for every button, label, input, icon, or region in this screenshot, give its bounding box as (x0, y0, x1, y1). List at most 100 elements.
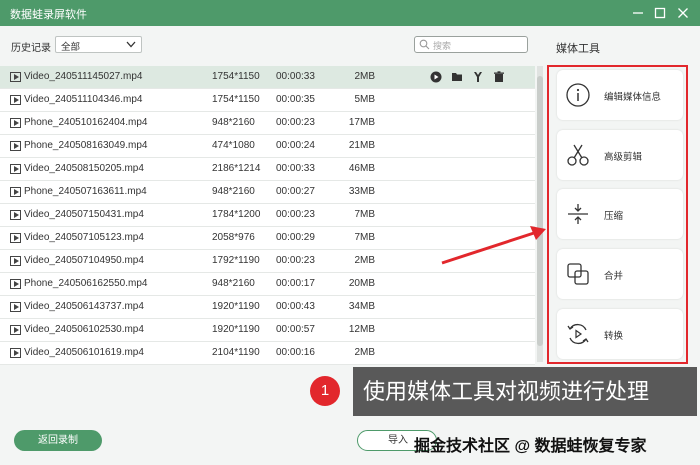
video-file-icon (10, 302, 21, 312)
history-label: 历史记录 (11, 43, 51, 54)
step-number-badge: 1 (310, 376, 340, 406)
file-row[interactable]: Phone_240506162550.mp4 948*2160 00:00:17 20… (0, 273, 535, 296)
trash-icon[interactable] (493, 70, 505, 84)
window-title: 数据蛙录屏软件 (10, 9, 87, 21)
file-resolution: 948*2160 (212, 117, 255, 128)
tool-icon[interactable] (472, 70, 484, 84)
annotation-callout: 1 使用媒体工具对视频进行处理 (310, 367, 697, 416)
file-name: Phone_240506162550.mp4 (24, 278, 148, 289)
tool-edit-media-info[interactable]: 编辑媒体信息 (557, 70, 683, 120)
annotation-arrow (441, 226, 546, 265)
tool-label: 合并 (604, 271, 624, 282)
file-size: 33MB (348, 186, 375, 197)
tool-label: 编辑媒体信息 (604, 92, 662, 103)
file-name: Video_240511104346.mp4 (24, 94, 143, 105)
file-resolution: 2104*1190 (212, 347, 260, 358)
file-row[interactable]: Phone_240507163611.mp4 948*2160 00:00:27 33… (0, 181, 535, 204)
tool-label: 高级剪辑 (604, 152, 643, 163)
file-name: Video_240508150205.mp4 (24, 163, 144, 174)
file-row[interactable]: Video_240506143737.mp4 1920*1190 00:00:43 3… (0, 296, 535, 319)
file-size: 34MB (348, 301, 375, 312)
file-resolution: 2058*976 (212, 232, 255, 243)
tool-compress[interactable]: 压缩 (557, 189, 683, 239)
file-size: 12MB (348, 324, 375, 335)
media-tools-title: 媒体工具 (556, 43, 600, 55)
video-file-icon (10, 325, 21, 335)
file-row[interactable]: Video_240506101619.mp4 2104*1190 00:00:16 2… (0, 342, 535, 365)
row-actions (430, 70, 514, 84)
video-file-icon (10, 348, 21, 358)
list-scrollbar[interactable] (537, 66, 543, 362)
video-file-icon (10, 233, 21, 243)
watermark-text: 掘金技术社区 @ 数据蛙恢复专家 (414, 438, 647, 455)
back-to-record-button[interactable]: 返回录制 (14, 430, 102, 451)
file-size: 7MB (354, 209, 375, 220)
maximize-icon[interactable] (651, 4, 669, 22)
video-file-icon (10, 256, 21, 266)
tool-convert[interactable]: 转换 (557, 309, 683, 359)
file-size: 5MB (354, 94, 375, 105)
file-resolution: 474*1080 (212, 140, 255, 151)
tool-label: 压缩 (604, 211, 624, 222)
file-size: 20MB (348, 278, 375, 289)
file-row[interactable]: Phone_240510162404.mp4 948*2160 00:00:23 17… (0, 112, 535, 135)
file-name: Video_240506101619.mp4 (24, 347, 144, 358)
file-name: Video_240511145027.mp4 (24, 71, 143, 82)
chevron-down-icon (126, 41, 136, 48)
file-size: 21MB (348, 140, 375, 151)
search-icon (419, 39, 430, 50)
video-file-icon (10, 210, 21, 220)
convert-icon (567, 323, 589, 345)
video-file-icon (10, 72, 21, 82)
annotation-text: 使用媒体工具对视频进行处理 (353, 367, 697, 416)
file-resolution: 948*2160 (212, 186, 255, 197)
file-resolution: 1920*1190 (212, 324, 260, 335)
file-name: Video_240507150431.mp4 (24, 209, 144, 220)
file-size: 2MB (354, 71, 375, 82)
merge-icon (567, 263, 589, 285)
file-name: Video_240506102530.mp4 (24, 324, 144, 335)
play-icon[interactable] (430, 70, 442, 84)
file-resolution: 948*2160 (212, 278, 255, 289)
file-resolution: 1754*1150 (212, 71, 260, 82)
video-file-icon (10, 164, 21, 174)
history-filter-select[interactable]: 全部 (55, 36, 142, 53)
file-name: Video_240507104950.mp4 (24, 255, 144, 266)
file-row[interactable]: Phone_240508163049.mp4 474*1080 00:00:24 21… (0, 135, 535, 158)
video-file-icon (10, 279, 21, 289)
file-resolution: 1754*1150 (212, 94, 260, 105)
search-placeholder: 搜索 (433, 41, 452, 51)
folder-icon[interactable] (451, 70, 463, 84)
file-row[interactable]: Video_240506102530.mp4 1920*1190 00:00:57 1… (0, 319, 535, 342)
minimize-icon[interactable] (629, 4, 647, 22)
history-bar: 历史记录 全部 搜索 (0, 26, 540, 66)
video-file-icon (10, 95, 21, 105)
scrollbar-thumb[interactable] (537, 76, 543, 346)
tool-merge[interactable]: 合并 (557, 249, 683, 299)
file-name: Video_240506143737.mp4 (24, 301, 144, 312)
file-size: 7MB (354, 232, 375, 243)
history-filter-value: 全部 (61, 42, 81, 53)
file-row[interactable]: Video_240511104346.mp4 1754*1150 00:00:35 5… (0, 89, 535, 112)
import-label: 导入 (388, 435, 408, 446)
file-size: 17MB (348, 117, 375, 128)
tool-advanced-edit[interactable]: 高级剪辑 (557, 130, 683, 180)
file-size: 46MB (348, 163, 375, 174)
file-row[interactable]: Video_240511145027.mp4 1754*1150 00:00:33 2… (0, 66, 535, 89)
video-file-icon (10, 118, 21, 128)
title-bar: 数据蛙录屏软件 (0, 0, 700, 26)
search-input[interactable]: 搜索 (414, 36, 528, 53)
file-size: 2MB (354, 255, 375, 266)
video-file-icon (10, 141, 21, 151)
close-icon[interactable] (674, 4, 692, 22)
tool-label: 转换 (604, 331, 624, 342)
file-resolution: 1792*1190 (212, 255, 260, 266)
file-name: Phone_240510162404.mp4 (24, 117, 148, 128)
file-size: 2MB (354, 347, 375, 358)
file-resolution: 1920*1190 (212, 301, 260, 312)
scissors-icon (567, 144, 589, 166)
compress-icon (568, 204, 588, 224)
video-file-icon (10, 187, 21, 197)
file-row[interactable]: Video_240508150205.mp4 2186*1214 00:00:33 4… (0, 158, 535, 181)
file-name: Video_240507105123.mp4 (24, 232, 144, 243)
